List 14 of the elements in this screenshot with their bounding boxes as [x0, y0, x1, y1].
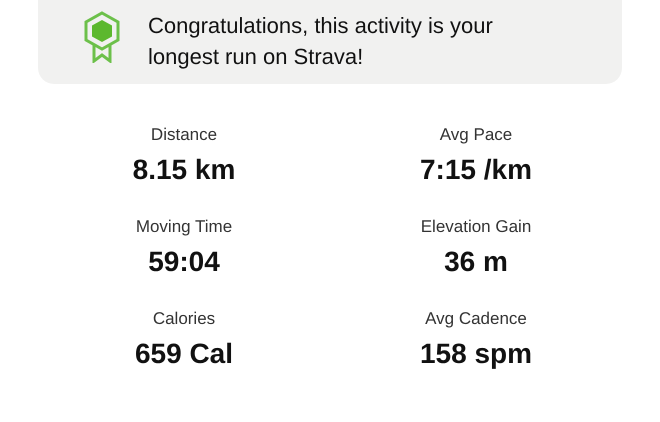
- stat-value: 659 Cal: [134, 337, 234, 371]
- stat-value: 8.15 km: [132, 153, 236, 187]
- award-badge-icon: [82, 11, 122, 63]
- achievement-message: Congratulations, this activity is your longest run on Strava!: [148, 12, 494, 71]
- stat-value: 158 spm: [420, 337, 532, 371]
- stat-label: Avg Cadence: [425, 308, 527, 330]
- stat-label: Moving Time: [136, 216, 232, 238]
- stat-label: Calories: [152, 308, 216, 330]
- stat-label: Avg Pace: [440, 124, 512, 146]
- stat-label: Elevation Gain: [420, 216, 532, 238]
- stat-value: 59:04: [148, 245, 220, 279]
- stat-value: 36 m: [444, 245, 508, 279]
- stat-label: Distance: [150, 124, 218, 146]
- stat-value: 7:15 /km: [420, 153, 532, 187]
